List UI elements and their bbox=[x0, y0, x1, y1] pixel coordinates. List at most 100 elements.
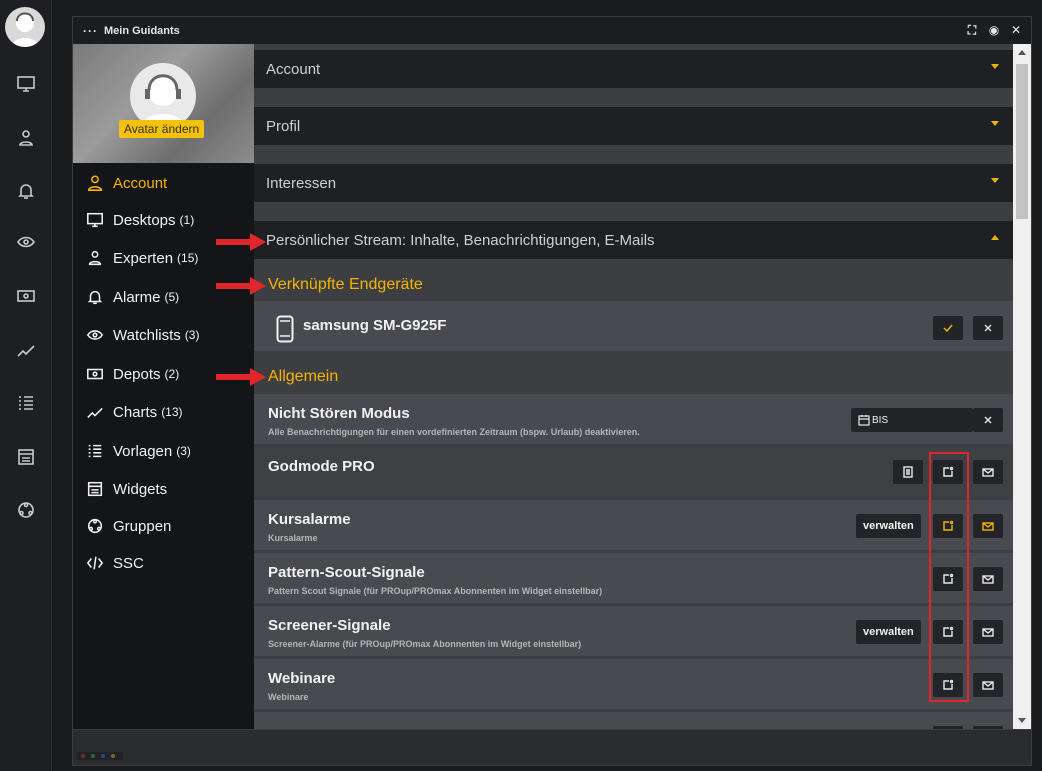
sidebar-item-account[interactable]: Account bbox=[73, 168, 254, 198]
sidebar-item-watchlists[interactable]: Watchlists (3) bbox=[73, 320, 254, 350]
row-pattern-scout: Pattern-Scout-Signale Pattern Scout Sign… bbox=[254, 553, 1013, 603]
sidebar-item-label: Account bbox=[113, 174, 168, 192]
clear-dnd-button[interactable] bbox=[973, 408, 1003, 432]
row-title: Kursalarme bbox=[268, 511, 351, 528]
device-row: samsung SM-G925F bbox=[254, 301, 1013, 351]
settings-content: Account Profil Interessen Persönlicher S… bbox=[254, 44, 1013, 729]
scrollbar-thumb[interactable] bbox=[1016, 64, 1028, 219]
screener-email-button[interactable] bbox=[973, 620, 1003, 644]
godmode-email-button[interactable] bbox=[973, 460, 1003, 484]
status-dots-icon bbox=[77, 752, 123, 760]
guidants-window: ··· Mein Guidants ⛶ ◉ ✕ Avatar ändern Ac… bbox=[72, 16, 1032, 766]
money-icon[interactable] bbox=[14, 284, 38, 308]
row-title: Nicht Stören Modus bbox=[268, 405, 410, 422]
bell-icon bbox=[87, 290, 103, 305]
scroll-down-icon[interactable] bbox=[1018, 718, 1026, 723]
user-icon bbox=[87, 175, 103, 191]
list-icon[interactable] bbox=[14, 391, 38, 415]
kursalarme-email-button[interactable] bbox=[973, 514, 1003, 538]
sidebar-item-count: (3) bbox=[176, 444, 191, 458]
row-subtitle: Alle Benachrichtigungen für einen vordef… bbox=[268, 427, 640, 437]
sidebar-item-label: Charts bbox=[113, 403, 158, 421]
mail-icon bbox=[982, 575, 994, 584]
accordion-account[interactable]: Account bbox=[254, 50, 1013, 88]
sidebar-item-vorlagen[interactable]: Vorlagen (3) bbox=[73, 436, 254, 466]
record-icon[interactable]: ◉ bbox=[987, 23, 1001, 37]
row-screener: Screener-Signale Screener-Alarme (für PR… bbox=[254, 606, 1013, 656]
screener-manage-button[interactable]: verwalten bbox=[856, 620, 921, 644]
row-subtitle: Pattern Scout Signale (für PROup/PROmax … bbox=[268, 586, 603, 596]
smartphone-icon bbox=[276, 315, 294, 343]
row-title: Webinare bbox=[268, 670, 336, 687]
annotation-highlight-box bbox=[929, 452, 969, 702]
window-menu-icon[interactable]: ··· bbox=[83, 24, 98, 38]
sidebar-item-label: SSC bbox=[113, 554, 144, 572]
group-icon bbox=[87, 518, 103, 534]
widget-icon bbox=[87, 481, 103, 497]
caret-down-icon bbox=[991, 178, 999, 183]
close-icon[interactable]: ✕ bbox=[1009, 23, 1023, 37]
caret-down-icon bbox=[991, 64, 999, 69]
device-name: samsung SM-G925F bbox=[303, 317, 447, 334]
devices-section-title: Verknüpfte Endgeräte bbox=[268, 276, 423, 293]
sidebar-item-gruppen[interactable]: Gruppen bbox=[73, 511, 254, 541]
money-icon bbox=[87, 368, 103, 380]
row-nicht-stoeren: Nicht Stören Modus Alle Benachrichtigung… bbox=[254, 394, 1013, 444]
row-godmode: Godmode PRO bbox=[254, 447, 1013, 497]
row-title: Godmode PRO bbox=[268, 458, 375, 475]
scrollbar[interactable] bbox=[1013, 44, 1031, 729]
eye-icon bbox=[86, 330, 104, 340]
sidebar-item-label: Desktops bbox=[113, 211, 176, 229]
caret-down-icon bbox=[991, 121, 999, 126]
sidebar-item-widgets[interactable]: Widgets bbox=[73, 474, 254, 504]
sidebar-item-count: (2) bbox=[164, 367, 180, 381]
kursalarme-manage-button[interactable]: verwalten bbox=[856, 514, 921, 538]
check-icon bbox=[943, 324, 953, 333]
webinare-email-button[interactable] bbox=[973, 673, 1003, 697]
document-list-icon bbox=[903, 466, 913, 478]
mail-icon bbox=[982, 681, 994, 690]
sidebar-item-charts[interactable]: Charts (13) bbox=[73, 397, 254, 427]
bis-label: BIS bbox=[872, 414, 889, 426]
eye-icon[interactable] bbox=[14, 230, 38, 254]
maximize-icon[interactable]: ⛶ bbox=[965, 23, 979, 37]
accordion-label: Profil bbox=[266, 117, 301, 135]
annotation-arrow-general bbox=[216, 368, 266, 386]
row-webinare: Webinare Webinare bbox=[254, 659, 1013, 709]
general-section-title: Allgemein bbox=[268, 368, 339, 385]
status-bar bbox=[73, 729, 1031, 765]
bell-icon[interactable] bbox=[14, 179, 38, 203]
sidebar-item-count: (1) bbox=[179, 213, 195, 227]
change-avatar-button[interactable]: Avatar ändern bbox=[119, 120, 205, 138]
accordion-interessen[interactable]: Interessen bbox=[254, 164, 1013, 202]
accordion-label: Account bbox=[266, 60, 321, 78]
accordion-profil[interactable]: Profil bbox=[254, 107, 1013, 145]
avatar-area: Avatar ändern bbox=[73, 44, 254, 163]
expert-icon[interactable] bbox=[14, 126, 38, 150]
pattern-scout-email-button[interactable] bbox=[973, 567, 1003, 591]
sidebar-item-label: Vorlagen bbox=[113, 442, 173, 460]
close-icon bbox=[984, 416, 992, 424]
app-rail bbox=[0, 0, 52, 771]
sidebar-item-desktops[interactable]: Desktops (1) bbox=[73, 205, 254, 235]
accordion-stream[interactable]: Persönlicher Stream: Inhalte, Benachrich… bbox=[254, 221, 1013, 259]
godmode-list-button[interactable] bbox=[893, 460, 923, 484]
remove-device-button[interactable] bbox=[973, 316, 1003, 340]
annotation-arrow-devices bbox=[216, 277, 266, 295]
confirm-device-button[interactable] bbox=[933, 316, 963, 340]
sidebar-item-label: Gruppen bbox=[113, 517, 172, 535]
list-icon bbox=[88, 444, 102, 458]
scroll-up-icon[interactable] bbox=[1018, 50, 1026, 55]
monitor-icon[interactable] bbox=[14, 72, 38, 96]
group-icon[interactable] bbox=[14, 498, 38, 522]
annotation-arrow-stream bbox=[216, 233, 266, 251]
widget-icon[interactable] bbox=[14, 445, 38, 469]
dnd-date-input[interactable]: BIS bbox=[851, 408, 973, 432]
sidebar-item-count: (3) bbox=[184, 328, 200, 342]
sidebar-item-ssc[interactable]: SSC bbox=[73, 548, 254, 578]
sidebar-item-count: (13) bbox=[161, 405, 183, 419]
window-title: Mein Guidants bbox=[104, 24, 180, 37]
user-avatar[interactable] bbox=[5, 7, 45, 47]
sidebar-item-label: Depots bbox=[113, 365, 161, 383]
chart-line-icon[interactable] bbox=[14, 338, 38, 362]
